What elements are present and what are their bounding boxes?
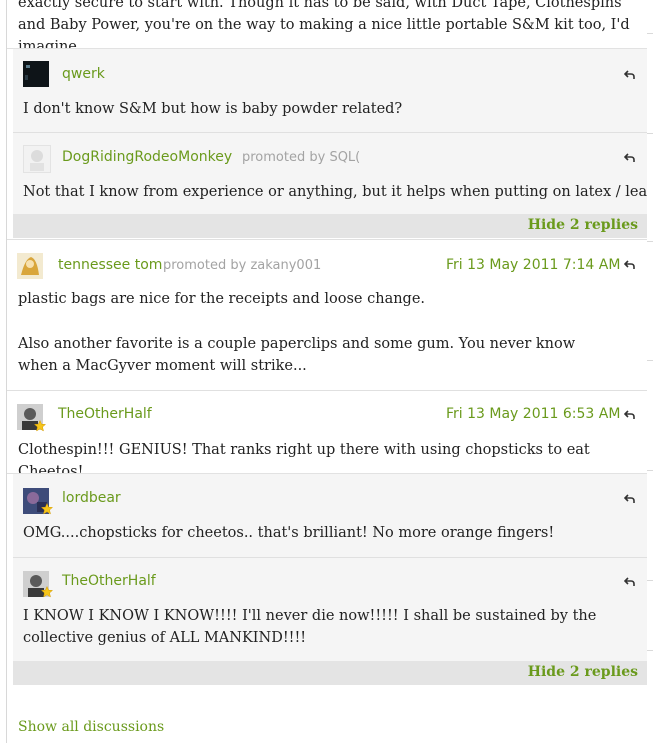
divider (7, 390, 647, 391)
reply-group: lordbear OMG....chopsticks for cheetos..… (13, 473, 647, 661)
avatar-qwerk[interactable] (23, 61, 49, 87)
comment-text: plastic bags are nice for the receipts a… (18, 291, 426, 307)
star-badge-icon (41, 503, 53, 515)
hide-replies-link[interactable]: Hide 2 replies (528, 664, 638, 680)
divider (13, 132, 647, 133)
comment-text: OMG....chopsticks for cheetos.. that's b… (23, 525, 555, 541)
reply-arrow-icon[interactable] (624, 493, 636, 505)
hide-replies-bar: Hide 2 replies (13, 214, 647, 238)
show-all-discussions-link[interactable]: Show all discussions (18, 719, 164, 735)
username-link[interactable]: tennessee tom (58, 257, 162, 273)
username-link[interactable]: TheOtherHalf (62, 573, 156, 589)
username-link[interactable]: TheOtherHalf (58, 406, 152, 422)
comment-text: I KNOW I KNOW I KNOW!!!! I'll never die … (23, 608, 597, 646)
comment-text: Also another favorite is a couple paperc… (18, 336, 576, 374)
avatar-dogridingrodeomonkey[interactable] (23, 145, 51, 173)
reply-arrow-icon[interactable] (624, 576, 636, 588)
comment-text: I don't know S&M but how is baby powder … (23, 101, 403, 117)
username-link[interactable]: lordbear (62, 490, 121, 506)
comment-date[interactable]: Fri 13 May 2011 6:53 AM (446, 406, 620, 422)
avatar-tennessee-tom[interactable] (17, 253, 43, 279)
right-edge (647, 0, 653, 743)
divider (7, 239, 647, 240)
reply-arrow-icon[interactable] (624, 259, 636, 271)
star-badge-icon (41, 586, 53, 598)
star-badge-icon (34, 420, 46, 432)
username-link[interactable]: DogRidingRodeoMonkey (62, 149, 232, 165)
discussion-thread: exactly secure to start with. Though it … (6, 0, 653, 743)
divider (13, 557, 647, 558)
promoted-by: promoted by SQL( (242, 150, 361, 165)
reply-group: qwerk I don't know S&M but how is baby p… (13, 48, 653, 215)
hide-replies-link[interactable]: Hide 2 replies (528, 217, 638, 233)
comment-date[interactable]: Fri 13 May 2011 7:14 AM (446, 257, 620, 273)
reply-arrow-icon[interactable] (624, 152, 636, 164)
reply-arrow-icon[interactable] (624, 69, 636, 81)
hide-replies-bar: Hide 2 replies (13, 661, 647, 685)
promoted-by: promoted by zakany001 (163, 258, 322, 273)
username-link[interactable]: qwerk (62, 66, 105, 82)
comment-text: Not that I know from experience or anyth… (23, 184, 653, 200)
reply-arrow-icon[interactable] (624, 409, 636, 421)
